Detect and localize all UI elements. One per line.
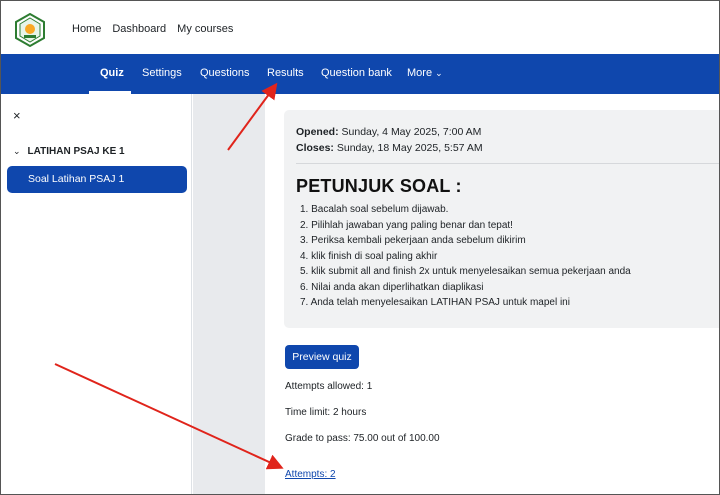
course-section-title: LATIHAN PSAJ KE 1	[27, 146, 125, 157]
quiz-dates: Opened: Sunday, 4 May 2025, 7:00 AM Clos…	[296, 124, 483, 156]
attempts-link[interactable]: Attempts: 2	[285, 469, 336, 480]
instruction-item: 5. klik submit all and finish 2x untuk m…	[300, 266, 631, 277]
course-activity-item[interactable]: Soal Latihan PSAJ 1	[7, 166, 187, 193]
close-icon[interactable]: ×	[13, 108, 21, 123]
instruction-item: 7. Anda telah menyelesaikan LATIHAN PSAJ…	[300, 297, 570, 308]
top-bar: Home Dashboard My courses	[1, 1, 719, 54]
nav-my-courses-link[interactable]: My courses	[177, 23, 233, 35]
tab-questions[interactable]: Questions	[200, 67, 250, 79]
course-index-drawer: × ⌄ LATIHAN PSAJ KE 1 Soal Latihan PSAJ …	[1, 94, 192, 494]
tab-quiz[interactable]: Quiz	[100, 67, 124, 79]
divider	[296, 163, 719, 164]
tab-settings[interactable]: Settings	[142, 67, 182, 79]
instruction-item: 2. Pilihlah jawaban yang paling benar da…	[300, 219, 513, 231]
tab-more[interactable]: More ⌄	[407, 67, 443, 79]
instruction-item: 3. Periksa kembali pekerjaan anda sebelu…	[300, 235, 526, 246]
chevron-down-icon: ⌄	[13, 146, 21, 156]
instruction-item: 6. Nilai anda akan diperlihatkan diaplik…	[300, 281, 484, 293]
primary-navigation: Home Dashboard My courses	[72, 23, 233, 35]
page-frame: Home Dashboard My courses Quiz Settings …	[0, 0, 720, 495]
opened-label: Opened:	[296, 126, 339, 138]
tab-more-label: More	[407, 67, 433, 79]
opened-row: Opened: Sunday, 4 May 2025, 7:00 AM	[296, 124, 483, 140]
grade-to-pass-text: Grade to pass: 75.00 out of 100.00	[285, 433, 440, 444]
instructions-list: 1. Bacalah soal sebelum dijawab. 2. Pili…	[300, 202, 631, 311]
nav-home-link[interactable]: Home	[72, 23, 101, 35]
closes-row: Closes: Sunday, 18 May 2025, 5:57 AM	[296, 140, 483, 156]
site-logo[interactable]	[13, 13, 47, 47]
preview-quiz-button[interactable]: Preview quiz	[285, 345, 359, 369]
opened-value: Sunday, 4 May 2025, 7:00 AM	[341, 126, 482, 138]
closes-value: Sunday, 18 May 2025, 5:57 AM	[336, 142, 483, 154]
closes-label: Closes:	[296, 142, 334, 154]
attempts-allowed-text: Attempts allowed: 1	[285, 381, 373, 392]
page-gutter	[193, 94, 265, 494]
main-content: Opened: Sunday, 4 May 2025, 7:00 AM Clos…	[265, 94, 719, 494]
instruction-item: 4. klik finish di soal paling akhir	[300, 250, 438, 262]
time-limit-text: Time limit: 2 hours	[285, 407, 367, 418]
instruction-item: 1. Bacalah soal sebelum dijawab.	[300, 204, 449, 215]
tab-results[interactable]: Results	[267, 67, 304, 79]
course-section[interactable]: ⌄ LATIHAN PSAJ KE 1	[13, 146, 125, 157]
secondary-navigation: Quiz Settings Questions Results Question…	[1, 54, 719, 94]
nav-dashboard-link[interactable]: Dashboard	[112, 23, 166, 35]
quiz-intro-card: Opened: Sunday, 4 May 2025, 7:00 AM Clos…	[284, 110, 719, 328]
chevron-down-icon: ⌄	[435, 68, 443, 78]
instructions-heading: PETUNJUK SOAL :	[296, 176, 462, 196]
tab-question-bank[interactable]: Question bank	[321, 67, 392, 79]
